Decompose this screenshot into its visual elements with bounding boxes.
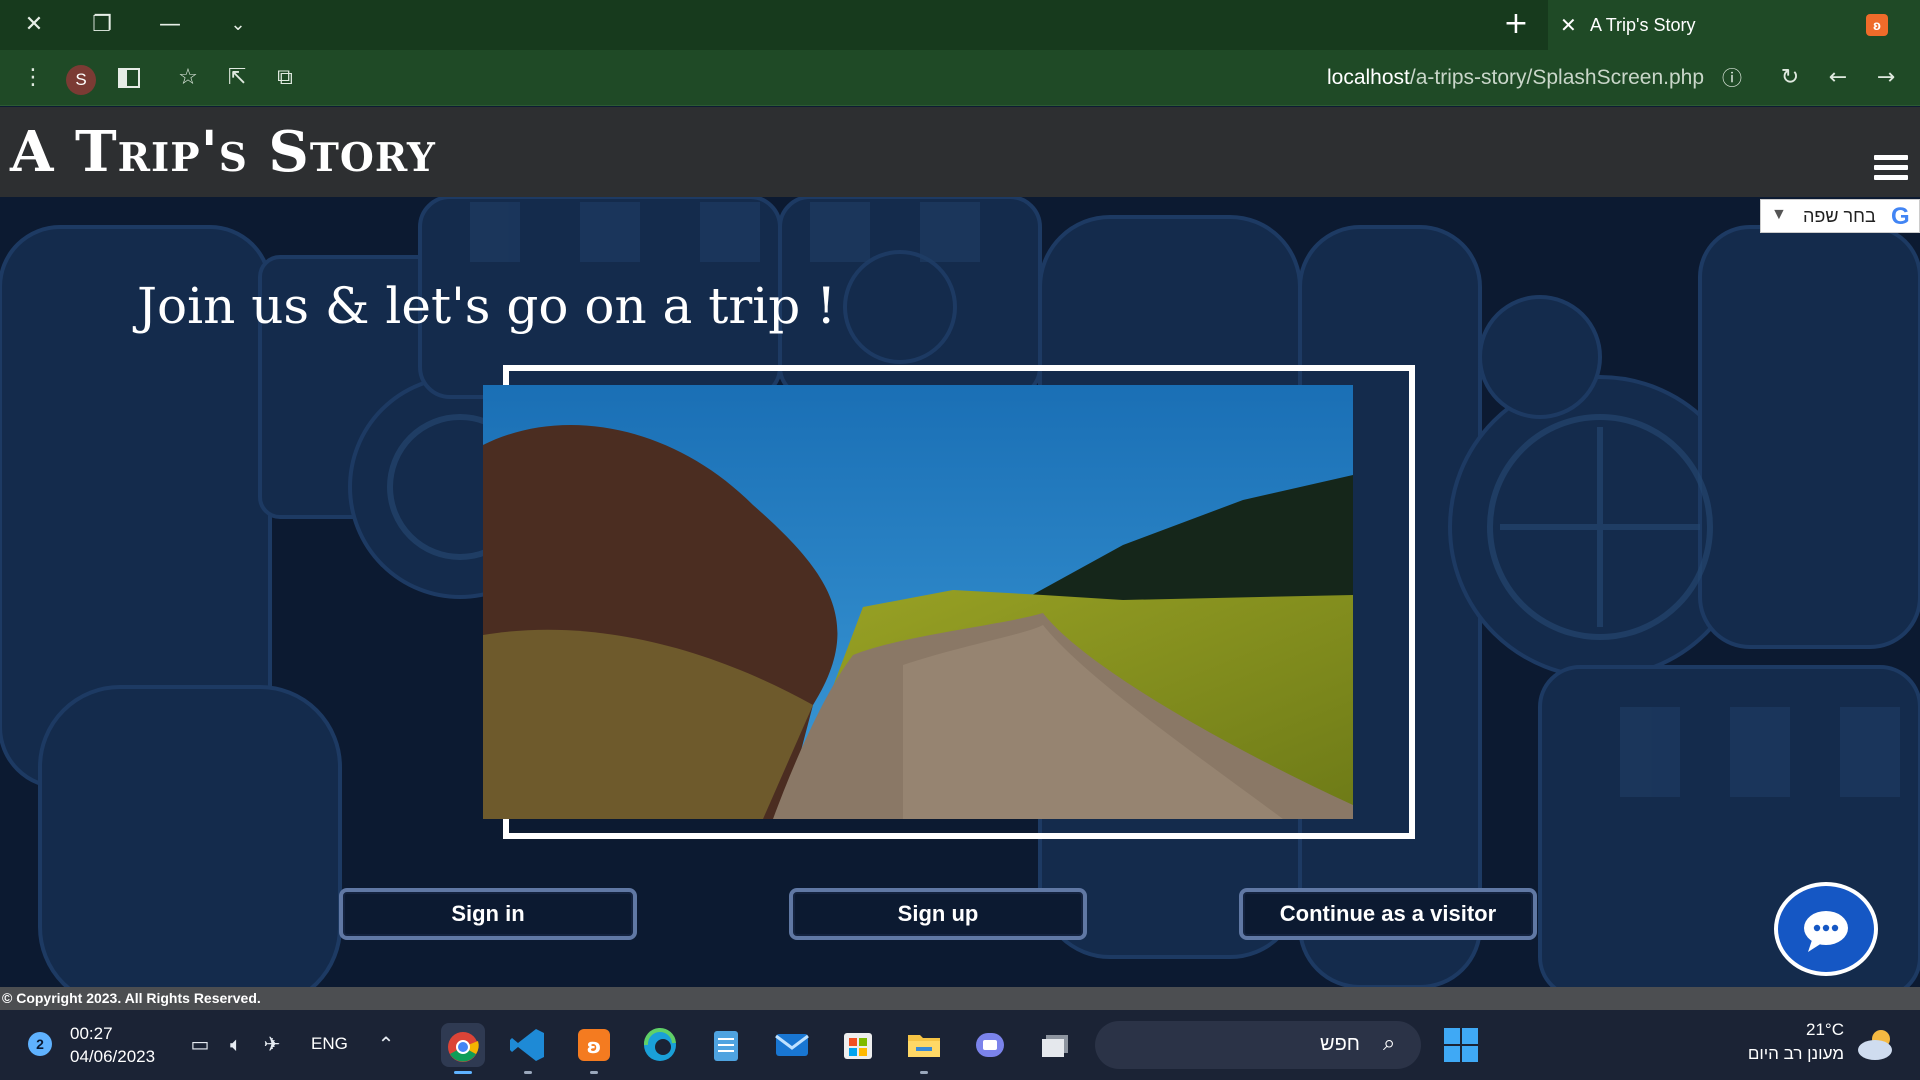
landscape-photo [483, 385, 1353, 819]
new-tab-plus-icon[interactable]: + [1500, 8, 1532, 40]
weather-temperature[interactable]: 21°C [1700, 1020, 1844, 1040]
xampp-app-icon[interactable]: ʚ [572, 1023, 616, 1074]
input-language[interactable]: ENG [311, 1034, 348, 1054]
tab-favicon: ʚ [1866, 14, 1888, 36]
cloud-icon[interactable] [1855, 1026, 1895, 1062]
language-selector[interactable]: ▼ בחר שפה G [1760, 199, 1920, 233]
clock-time: 00:27 [70, 1024, 113, 1043]
page-footer: © Copyright 2023. All Rights Reserved. [0, 987, 1920, 1010]
airplane-icon[interactable]: ✈︎ [258, 1030, 286, 1058]
sign-in-button[interactable]: Sign in [339, 888, 637, 940]
extension-icon[interactable]: ⧉ [269, 62, 301, 94]
mail-app-icon[interactable] [770, 1023, 814, 1067]
address-bar[interactable]: localhost/a-trips-story/SplashScreen.php [1200, 66, 1704, 90]
language-selector-label: בחר שפה [1803, 206, 1876, 226]
web-page: A Trip's Story ▼ בחר שפה G Join us & let… [0, 107, 1920, 1010]
browser-tab[interactable]: ✕ A Trip's Story ʚ [1548, 0, 1920, 50]
minimize-icon[interactable]: — [150, 10, 190, 40]
file-explorer-app-icon[interactable] [902, 1023, 946, 1074]
browser-toolbar: ⋮ S ☆ ⇱ ⧉ localhost/a-trips-story/Splash… [0, 50, 1920, 106]
sidebar-icon[interactable] [113, 62, 145, 94]
continue-as-visitor-button[interactable]: Continue as a visitor [1239, 888, 1537, 940]
hamburger-menu-icon[interactable] [1874, 155, 1908, 185]
site-logo[interactable]: A Trip's Story [10, 119, 436, 185]
windows-start-icon[interactable] [1443, 1027, 1479, 1063]
star-icon[interactable]: ☆ [172, 62, 204, 94]
url-host: localhost [1326, 66, 1410, 89]
chat-icon [1804, 911, 1848, 952]
battery-icon[interactable]: ▭ [186, 1030, 214, 1058]
google-logo-icon: G [1891, 203, 1910, 230]
restore-icon[interactable]: ❐ [82, 10, 122, 40]
url-path: /a-trips-story/SplashScreen.php [1409, 66, 1704, 89]
site-header: A Trip's Story [0, 107, 1920, 197]
forward-arrow-icon[interactable]: → [1870, 62, 1902, 94]
browser-titlebar: ✕ ❐ — ⌄ + ✕ A Trip's Story ʚ [0, 0, 1920, 50]
tab-title: A Trip's Story [1590, 15, 1696, 35]
task-view-app-icon[interactable] [1034, 1023, 1078, 1067]
clock[interactable]: 00:27 04/06/2023 [70, 1022, 155, 1068]
clock-date: 04/06/2023 [70, 1047, 156, 1066]
vscode-app-icon[interactable] [506, 1023, 550, 1074]
taskbar-search[interactable]: חפש ⌕ [1095, 1021, 1421, 1069]
dropdown-arrow-icon: ▼ [1771, 206, 1787, 223]
menu-dots-icon[interactable]: ⋮ [17, 62, 49, 94]
page-headline: Join us & let's go on a trip ! [137, 277, 837, 335]
tab-close-icon[interactable]: ✕ [1560, 10, 1586, 40]
svg-text:ʚ: ʚ [587, 1034, 602, 1058]
share-icon[interactable]: ⇱ [221, 62, 253, 94]
notepad-app-icon[interactable] [704, 1023, 748, 1067]
edge-app-icon[interactable] [638, 1023, 682, 1067]
search-placeholder: חפש [1320, 1033, 1360, 1055]
sign-up-button[interactable]: Sign up [789, 888, 1087, 940]
volume-icon[interactable]: 🔈︎ [222, 1030, 250, 1058]
close-window-icon[interactable]: ✕ [14, 10, 54, 40]
chat-button[interactable] [1774, 882, 1878, 976]
reload-icon[interactable]: ↻ [1774, 62, 1806, 94]
profile-avatar[interactable]: S [66, 65, 96, 95]
weather-description[interactable]: מעונן רב היום [1700, 1044, 1844, 1064]
back-arrow-icon[interactable]: ← [1822, 62, 1854, 94]
info-icon[interactable]: ⓘ [1716, 62, 1748, 94]
teams-app-icon[interactable] [968, 1023, 1012, 1067]
chrome-app-icon[interactable] [441, 1023, 485, 1074]
chevron-up-icon[interactable]: ⌃ [372, 1030, 400, 1058]
windows-taskbar: 2 00:27 04/06/2023 ▭ 🔈︎ ✈︎ ENG ⌃ ʚ חפש ⌕… [0, 1010, 1920, 1080]
notification-badge[interactable]: 2 [28, 1032, 52, 1056]
chevron-down-icon[interactable]: ⌄ [218, 10, 258, 40]
search-icon: ⌕ [1383, 1031, 1396, 1056]
store-app-icon[interactable] [836, 1023, 880, 1067]
